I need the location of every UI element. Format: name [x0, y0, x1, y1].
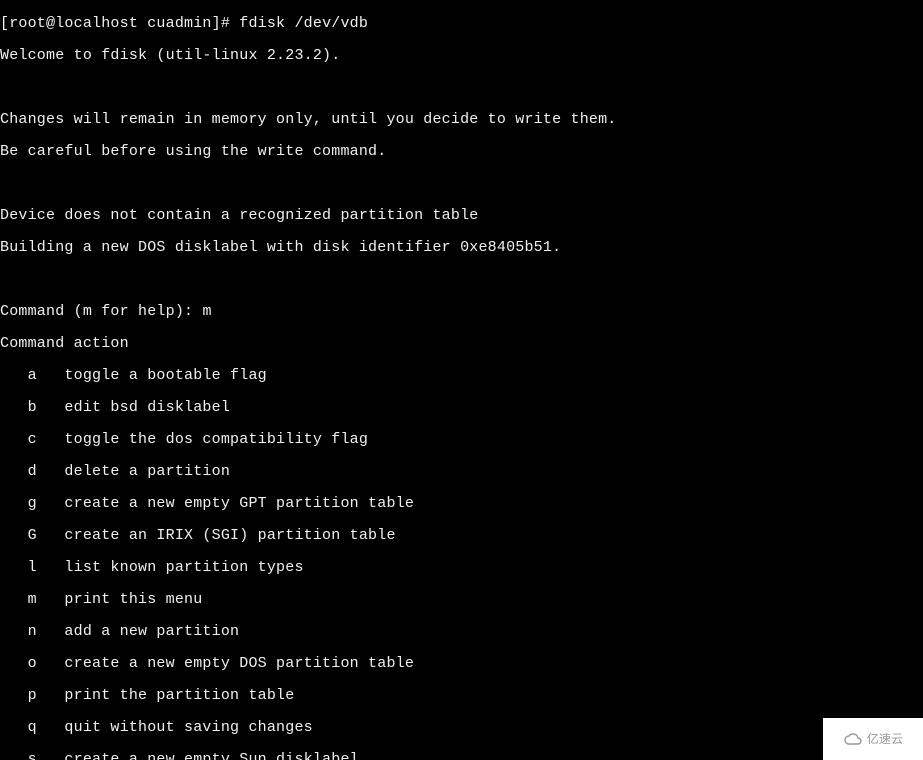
opt-p: p print the partition table [0, 688, 923, 704]
opt-b: b edit bsd disklabel [0, 400, 923, 416]
line-dev1: Device does not contain a recognized par… [0, 208, 923, 224]
opt-s: s create a new empty Sun disklabel [0, 752, 923, 760]
watermark-badge: 亿速云 [823, 718, 923, 760]
opt-a: a toggle a bootable flag [0, 368, 923, 384]
shell-prompt: [root@localhost cuadmin]# [0, 15, 230, 32]
opt-c: c toggle the dos compatibility flag [0, 432, 923, 448]
blank-line [0, 176, 923, 192]
line-cmd-m: Command (m for help): m [0, 304, 923, 320]
opt-m: m print this menu [0, 592, 923, 608]
opt-g: g create a new empty GPT partition table [0, 496, 923, 512]
opt-d: d delete a partition [0, 464, 923, 480]
cmd-help-prompt: Command (m for help): [0, 303, 202, 320]
blank-line [0, 80, 923, 96]
terminal-window[interactable]: [root@localhost cuadmin]# fdisk /dev/vdb… [0, 0, 923, 760]
line-cmd-action: Command action [0, 336, 923, 352]
typed-command: fdisk /dev/vdb [239, 15, 368, 32]
opt-q: q quit without saving changes [0, 720, 923, 736]
line-dev2: Building a new DOS disklabel with disk i… [0, 240, 923, 256]
opt-n: n add a new partition [0, 624, 923, 640]
blank-line [0, 272, 923, 288]
opt-l: l list known partition types [0, 560, 923, 576]
cloud-icon [843, 732, 863, 746]
line-welcome: Welcome to fdisk (util-linux 2.23.2). [0, 48, 923, 64]
watermark-text: 亿速云 [867, 731, 904, 747]
line-changes1: Changes will remain in memory only, unti… [0, 112, 923, 128]
input-m: m [202, 303, 211, 320]
line-changes2: Be careful before using the write comman… [0, 144, 923, 160]
opt-G: G create an IRIX (SGI) partition table [0, 528, 923, 544]
line-prompt-cmd: [root@localhost cuadmin]# fdisk /dev/vdb [0, 16, 923, 32]
opt-o: o create a new empty DOS partition table [0, 656, 923, 672]
